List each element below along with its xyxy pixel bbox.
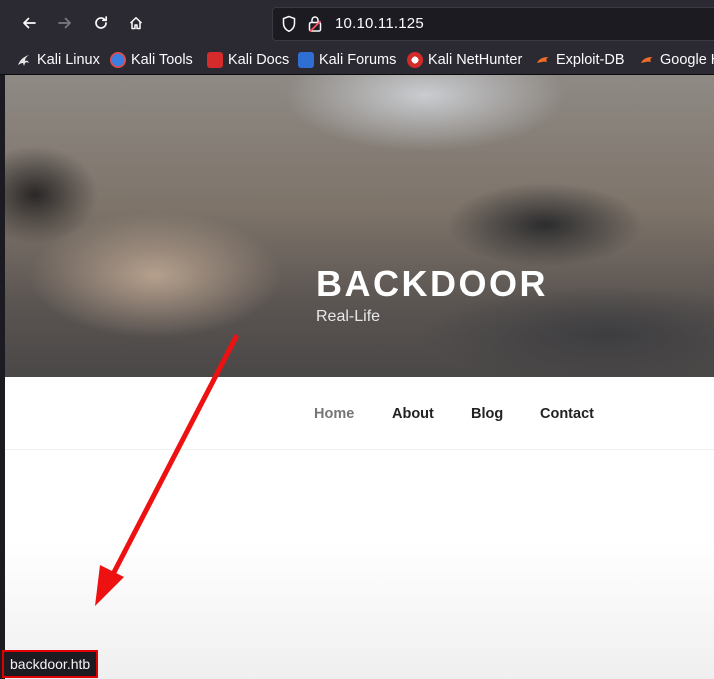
annotation-arrow (95, 334, 239, 606)
status-bar-link-preview: backdoor.htb (2, 650, 99, 678)
